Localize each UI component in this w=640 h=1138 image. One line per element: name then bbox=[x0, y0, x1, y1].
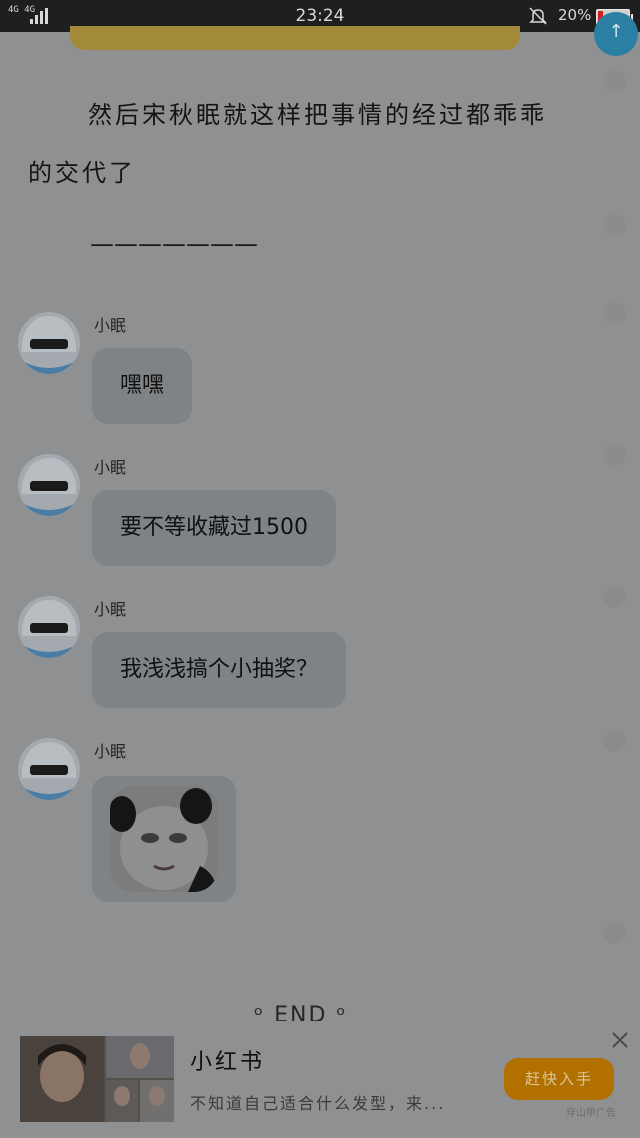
close-icon[interactable] bbox=[608, 1028, 632, 1052]
avatar[interactable] bbox=[18, 312, 80, 374]
ad-cta-button[interactable]: 赶快入手 bbox=[504, 1058, 614, 1100]
scroll-dot bbox=[604, 730, 626, 752]
battery-percent: 20% bbox=[558, 6, 592, 24]
anime-avatar-icon bbox=[18, 596, 80, 658]
anime-avatar-icon bbox=[18, 454, 80, 516]
panda-meme-sticker bbox=[110, 786, 218, 892]
sender-name: 小眠 bbox=[94, 458, 127, 477]
muted-bell-icon bbox=[529, 7, 547, 25]
ad-photo-collage bbox=[20, 1036, 174, 1122]
scroll-dot bbox=[604, 586, 626, 608]
ad-banner[interactable]: 小红书 不知道自己适合什么发型，来... 赶快入手 穿山甲广告 bbox=[0, 1028, 640, 1138]
anime-avatar-icon bbox=[18, 312, 80, 374]
message-bubble[interactable]: 我浅浅搞个小抽奖？ bbox=[92, 632, 347, 708]
scroll-dot bbox=[604, 444, 626, 466]
sender-name: 小眠 bbox=[94, 742, 127, 761]
end-mark-text: END bbox=[274, 1003, 328, 1021]
sender-name: 小眠 bbox=[94, 316, 127, 335]
message-bubble[interactable]: 要不等收藏过1500 bbox=[92, 490, 336, 566]
ad-image[interactable] bbox=[20, 1036, 174, 1122]
scroll-dot bbox=[604, 922, 626, 944]
floating-action-button[interactable]: ↑ bbox=[594, 12, 638, 56]
avatar[interactable] bbox=[18, 596, 80, 658]
panda-face-icon bbox=[110, 786, 218, 892]
sticker-bubble[interactable] bbox=[92, 776, 236, 902]
sender-name: 小眠 bbox=[94, 600, 127, 619]
ad-source-tag: 穿山甲广告 bbox=[566, 1108, 616, 1119]
story-paragraph-text: 然后宋秋眠就这样把事情的经过都乖乖的交代了 bbox=[28, 101, 547, 187]
avatar[interactable] bbox=[18, 454, 80, 516]
scroll-dot bbox=[604, 302, 626, 324]
ad-title: 小红书 bbox=[190, 1050, 266, 1075]
section-divider: ——————— bbox=[90, 230, 258, 258]
message-bubble[interactable]: 嘿嘿 bbox=[92, 348, 193, 424]
anime-avatar-icon bbox=[18, 738, 80, 800]
scroll-dot bbox=[604, 214, 626, 236]
story-paragraph: 然后宋秋眠就这样把事情的经过都乖乖的交代了 bbox=[28, 86, 568, 202]
previous-card-edge bbox=[70, 26, 520, 50]
ad-description: 不知道自己适合什么发型，来... bbox=[190, 1094, 446, 1113]
avatar[interactable] bbox=[18, 738, 80, 800]
scroll-dot bbox=[604, 70, 626, 92]
end-mark: ᵒ END ᵒ bbox=[254, 1003, 374, 1021]
